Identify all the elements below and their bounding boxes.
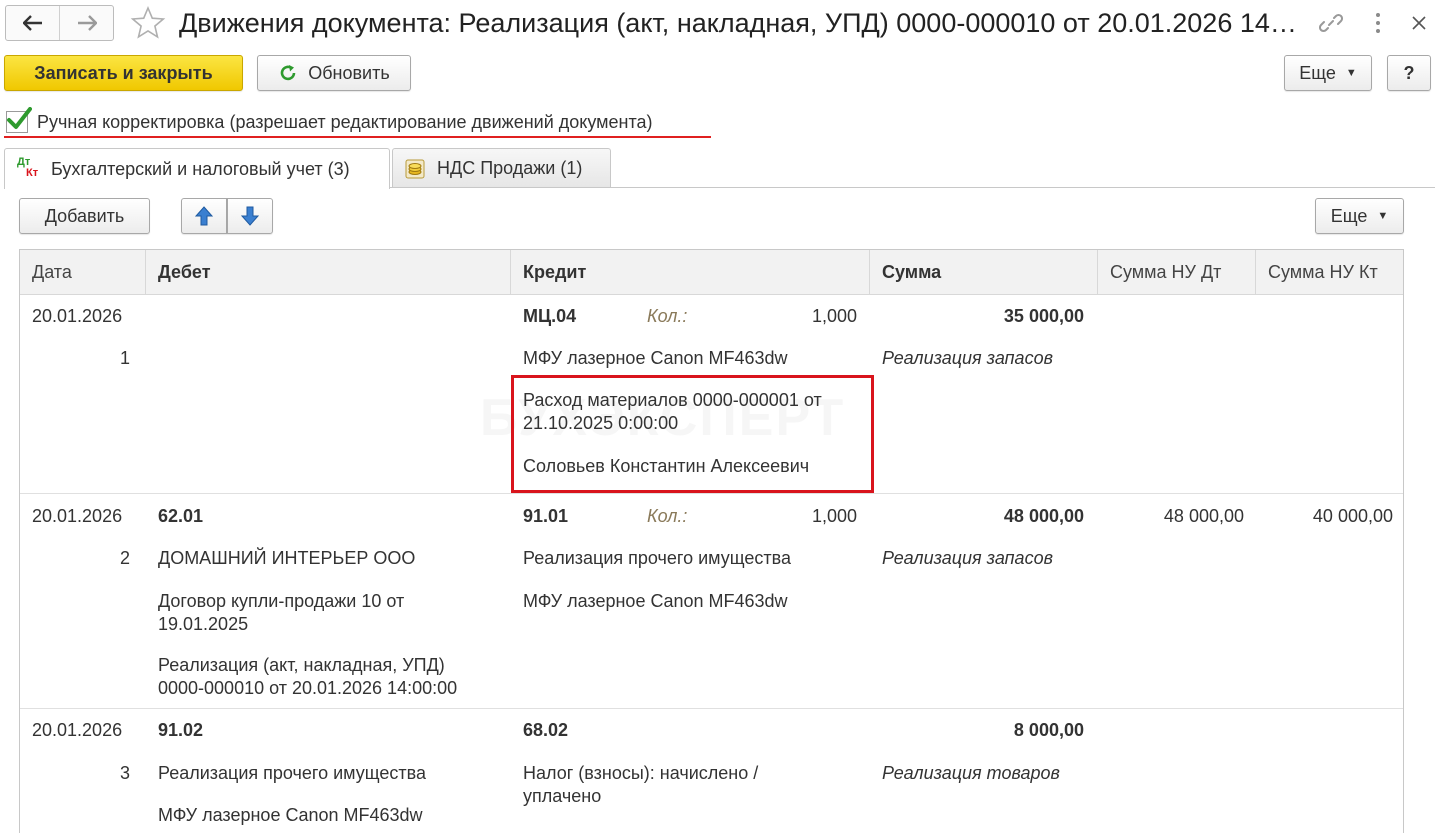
debit-subconto: 19.01.2025 — [158, 614, 249, 634]
table-more-label: Еще — [1330, 205, 1368, 226]
row-date: 20.01.2026 — [32, 506, 123, 526]
credit-subconto: МФУ лазерное Canon MF463dw — [523, 348, 788, 368]
credit-qty: 1,000 — [811, 506, 857, 526]
row-separator — [20, 493, 1403, 494]
debit-account: 62.01 — [158, 506, 204, 526]
row-sum-nu-kt: 40 000,00 — [1312, 506, 1393, 526]
refresh-icon — [280, 65, 296, 81]
chevron-down-icon: ▼ — [1377, 210, 1389, 222]
forward-button[interactable] — [59, 6, 113, 40]
refresh-label: Обновить — [308, 62, 390, 83]
credit-subconto: уплачено — [523, 786, 602, 806]
more-vertical-icon — [1376, 13, 1380, 33]
credit-account: МЦ.04 — [523, 306, 577, 326]
move-up-button[interactable] — [181, 198, 227, 234]
manual-edit-checkbox-row[interactable]: Ручная корректировка (разрешает редактир… — [6, 107, 653, 136]
close-icon — [1412, 16, 1426, 30]
credit-account: 68.02 — [523, 720, 569, 740]
highlight-box — [511, 375, 874, 493]
tab-vat-sales[interactable]: НДС Продажи (1) — [392, 148, 611, 188]
window-title: Движения документа: Реализация (акт, нак… — [179, 8, 1299, 38]
highlight-underline — [4, 136, 711, 138]
manual-edit-label: Ручная корректировка (разрешает редактир… — [37, 111, 653, 132]
row-number: 1 — [119, 348, 130, 368]
credit-qty: 1,000 — [811, 306, 857, 326]
column-sum-nu-kt[interactable]: Сумма НУ Кт — [1256, 250, 1403, 294]
row-sum: 8 000,00 — [1013, 720, 1084, 740]
back-button[interactable] — [6, 6, 59, 40]
credit-account: 91.01 — [523, 506, 569, 526]
add-button[interactable]: Добавить — [19, 198, 150, 234]
debit-account: 91.02 — [158, 720, 204, 740]
column-credit[interactable]: Кредит — [511, 250, 870, 294]
debit-subconto: Реализация (акт, накладная, УПД) — [158, 655, 445, 675]
move-down-button[interactable] — [227, 198, 273, 234]
chevron-down-icon: ▼ — [1345, 67, 1357, 79]
debit-subconto: Реализация прочего имущества — [158, 763, 426, 783]
credit-subconto: МФУ лазерное Canon MF463dw — [523, 591, 788, 611]
postings-table: Дата Дебет Кредит Сумма Сумма НУ Дт Сумм… — [19, 249, 1404, 833]
credit-subconto: Реализация прочего имущества — [523, 548, 791, 568]
row-content: Реализация запасов — [882, 548, 1053, 568]
row-sum: 48 000,00 — [1003, 506, 1084, 526]
column-debit[interactable]: Дебет — [146, 250, 511, 294]
row-content: Реализация запасов — [882, 348, 1053, 368]
help-button[interactable]: ? — [1387, 55, 1431, 91]
table-header: Дата Дебет Кредит Сумма Сумма НУ Дт Сумм… — [20, 250, 1403, 295]
row-date: 20.01.2026 — [32, 306, 123, 326]
credit-subconto: Налог (взносы): начислено / — [523, 763, 759, 783]
tab-vat-sales-label: НДС Продажи (1) — [437, 158, 583, 178]
column-date[interactable]: Дата — [20, 250, 146, 294]
row-number: 3 — [119, 763, 130, 783]
navigation-buttons — [5, 5, 114, 41]
arrow-down-icon — [241, 206, 259, 226]
more-button[interactable]: Еще ▼ — [1284, 55, 1372, 91]
row-content: Реализация товаров — [882, 763, 1060, 783]
favorite-button[interactable] — [130, 5, 166, 41]
arrow-up-icon — [195, 206, 213, 226]
row-date: 20.01.2026 — [32, 720, 123, 740]
close-button[interactable] — [1405, 9, 1433, 37]
star-icon — [130, 5, 166, 39]
more-label: Еще — [1299, 62, 1336, 83]
row-sum: 35 000,00 — [1003, 306, 1084, 326]
checkmark-icon — [7, 107, 32, 129]
dt-kt-icon: Дт Кт — [17, 156, 39, 179]
more-actions-button[interactable] — [1364, 9, 1392, 37]
qty-label: Кол.: — [647, 506, 688, 526]
row-sum-nu-dt: 48 000,00 — [1163, 506, 1244, 526]
qty-label: Кол.: — [647, 306, 688, 326]
row-separator — [20, 708, 1403, 709]
link-button[interactable] — [1317, 9, 1345, 37]
table-more-button[interactable]: Еще ▼ — [1315, 198, 1404, 234]
column-sum-nu-dt[interactable]: Сумма НУ Дт — [1098, 250, 1256, 294]
tab-accounting[interactable]: Дт Кт Бухгалтерский и налоговый учет (3) — [4, 148, 390, 189]
debit-subconto: 0000-000010 от 20.01.2026 14:00:00 — [158, 678, 458, 698]
debit-subconto: Договор купли-продажи 10 от — [158, 591, 405, 611]
manual-edit-checkbox[interactable] — [6, 107, 32, 133]
link-icon — [1319, 13, 1343, 33]
save-and-close-button[interactable]: Записать и закрыть — [4, 55, 243, 91]
row-number: 2 — [119, 548, 130, 568]
tab-accounting-label: Бухгалтерский и налоговый учет (3) — [51, 158, 350, 179]
coins-icon — [405, 159, 425, 179]
back-arrow-icon — [22, 15, 42, 31]
column-sum[interactable]: Сумма — [870, 250, 1098, 294]
forward-arrow-icon — [77, 15, 97, 31]
debit-subconto: ДОМАШНИЙ ИНТЕРЬЕР ООО — [158, 548, 416, 568]
refresh-button[interactable]: Обновить — [257, 55, 411, 91]
debit-subconto: МФУ лазерное Canon MF463dw — [158, 805, 423, 825]
